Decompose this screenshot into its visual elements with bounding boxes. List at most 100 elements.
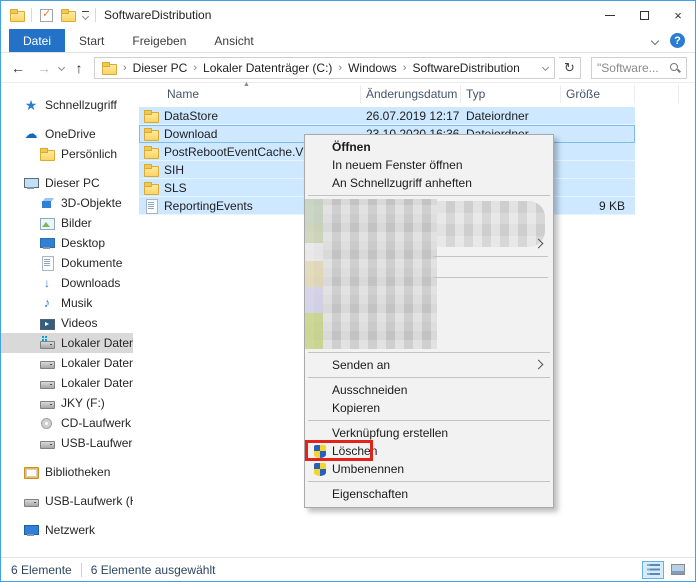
drive-icon — [39, 375, 55, 391]
thumbnails-view-icon — [671, 564, 685, 575]
context-menu: Öffnen In neuem Fenster öffnen An Schnel… — [304, 134, 554, 508]
search-icon[interactable] — [669, 62, 681, 74]
breadcrumb-lokaler-datentraeger[interactable]: Lokaler Datenträger (C:) — [203, 61, 332, 75]
sidebar-item-3d-objekte[interactable]: 3D-Objekte — [1, 193, 133, 213]
folder-icon — [143, 126, 159, 142]
column-header-size[interactable]: Größe — [561, 85, 635, 103]
quick-access-toolbar — [9, 7, 96, 23]
breadcrumb-windows[interactable]: Windows — [348, 61, 397, 75]
cloud-icon: ☁ — [24, 126, 38, 141]
sidebar-item-desktop[interactable]: Desktop — [1, 233, 133, 253]
recent-locations-icon[interactable] — [57, 63, 66, 72]
navigation-bar: ← → ↑ › Dieser PC › Lokaler Datenträger … — [1, 53, 695, 83]
video-icon — [39, 315, 55, 331]
address-dropdown-icon[interactable] — [541, 63, 550, 72]
menu-item-umbenennen[interactable]: Umbenennen — [305, 460, 553, 478]
properties-checkbox-icon[interactable] — [38, 7, 54, 23]
menu-item-ausschneiden[interactable]: Ausschneiden — [305, 381, 553, 399]
menu-item-eigenschaften[interactable]: Eigenschaften — [305, 485, 553, 503]
menu-item-in-neuem-fenster-oeffnen[interactable]: In neuem Fenster öffnen — [305, 156, 553, 174]
sidebar-item-lokaler-datentraeger-e[interactable]: Lokaler Datenträg — [1, 373, 133, 393]
new-folder-icon[interactable] — [60, 7, 76, 23]
navigation-pane: ★ Schnellzugriff ☁ OneDrive Persönlich Die… — [1, 83, 133, 557]
drive-icon — [39, 395, 55, 411]
search-value: "Software... — [597, 60, 659, 75]
menu-separator — [308, 481, 550, 482]
folder-icon — [143, 180, 159, 196]
sidebar-item-downloads[interactable]: ↓ Downloads — [1, 273, 133, 293]
sidebar-item-dieser-pc[interactable]: Dieser PC — [1, 173, 133, 193]
menu-separator — [433, 256, 548, 257]
thumbnails-view-button[interactable] — [667, 561, 689, 579]
redacted-menu-items[interactable] — [305, 199, 553, 349]
sidebar-item-musik[interactable]: ♪ Musik — [1, 293, 133, 313]
explorer-window: SoftwareDistribution × Datei Start Freig… — [0, 0, 696, 582]
system-drive-icon — [39, 335, 55, 351]
items-count: 6 Elemente — [11, 562, 72, 577]
sidebar-item-bibliotheken[interactable]: Bibliotheken — [1, 462, 133, 482]
divider — [31, 8, 32, 22]
divider — [95, 8, 96, 22]
forward-button[interactable]: → — [33, 57, 55, 79]
uac-shield-icon — [314, 463, 326, 476]
qat-dropdown-icon[interactable] — [81, 11, 90, 21]
drive-icon — [39, 355, 55, 371]
menu-separator — [308, 377, 550, 378]
up-button[interactable]: ↑ — [68, 57, 90, 79]
sidebar-item-jky-f[interactable]: JKY (F:) — [1, 393, 133, 413]
sidebar-item-usb-laufwerk-h-2[interactable]: USB-Laufwerk (H:) — [1, 491, 133, 511]
status-bar: 6 Elemente 6 Elemente ausgewählt — [1, 557, 695, 581]
sidebar-item-bilder[interactable]: Bilder — [1, 213, 133, 233]
tab-freigeben[interactable]: Freigeben — [118, 29, 200, 52]
sidebar-item-schnellzugriff[interactable]: ★ Schnellzugriff — [1, 95, 133, 115]
minimize-button[interactable] — [593, 1, 627, 29]
maximize-button[interactable] — [627, 1, 661, 29]
sidebar-item-videos[interactable]: Videos — [1, 313, 133, 333]
file-row-datastore[interactable]: DataStore 26.07.2019 12:17 Dateiordner — [139, 107, 635, 125]
details-view-button[interactable] — [642, 560, 664, 579]
sidebar-item-persoenlich[interactable]: Persönlich — [1, 144, 133, 164]
breadcrumb-separator: › — [402, 61, 407, 74]
folder-icon — [39, 146, 55, 162]
sidebar-item-lokaler-datentraeger-d[interactable]: Lokaler Datenträg — [1, 353, 133, 373]
menu-item-verknuepfung-erstellen[interactable]: Verknüpfung erstellen — [305, 424, 553, 442]
column-header-type[interactable]: Typ — [461, 85, 561, 103]
tab-start[interactable]: Start — [65, 29, 118, 52]
menu-item-oeffnen[interactable]: Öffnen — [305, 138, 553, 156]
menu-item-senden-an[interactable]: Senden an — [305, 356, 553, 374]
sidebar-item-cd-laufwerk-g[interactable]: CD-Laufwerk (G:) — [1, 413, 133, 433]
menu-item-loeschen[interactable]: Löschen — [305, 440, 553, 461]
search-input[interactable]: "Software... — [591, 56, 687, 79]
sidebar-item-lokaler-datentraeger-c[interactable]: Lokaler Datenträg — [1, 333, 133, 353]
menu-item-an-schnellzugriff-anheften[interactable]: An Schnellzugriff anheften — [305, 174, 553, 192]
breadcrumb-separator: › — [193, 61, 198, 74]
refresh-button[interactable]: ↻ — [559, 56, 581, 79]
cd-icon — [39, 415, 55, 431]
column-header-blank — [635, 85, 679, 103]
drive-icon — [23, 493, 39, 509]
menu-item-kopieren[interactable]: Kopieren — [305, 399, 553, 417]
desktop-icon — [39, 235, 55, 251]
app-folder-icon — [9, 7, 25, 23]
sidebar-item-onedrive[interactable]: ☁ OneDrive — [1, 124, 133, 144]
column-header-modified[interactable]: Änderungsdatum — [361, 85, 461, 103]
pixelated-region — [305, 199, 323, 349]
ribbon-expand-icon[interactable] — [650, 36, 660, 45]
help-icon[interactable]: ? — [670, 33, 685, 48]
uac-shield-icon — [314, 445, 326, 458]
pictures-icon — [39, 215, 55, 231]
menu-separator — [308, 352, 550, 353]
close-button[interactable]: × — [661, 1, 695, 29]
back-button[interactable]: ← — [7, 57, 29, 79]
breadcrumb-dieser-pc[interactable]: Dieser PC — [133, 61, 188, 75]
drive-icon — [39, 435, 55, 451]
address-bar[interactable]: › Dieser PC › Lokaler Datenträger (C:) ›… — [94, 56, 555, 79]
tab-datei[interactable]: Datei — [9, 29, 66, 52]
submenu-chevron-icon — [533, 359, 544, 370]
sidebar-item-netzwerk[interactable]: Netzwerk — [1, 520, 133, 540]
tab-ansicht[interactable]: Ansicht — [200, 29, 267, 52]
breadcrumb-softwaredistribution[interactable]: SoftwareDistribution — [412, 61, 519, 75]
sidebar-item-usb-laufwerk-h[interactable]: USB-Laufwerk (H: — [1, 433, 133, 453]
column-header-name[interactable]: Name — [139, 85, 361, 103]
sidebar-item-dokumente[interactable]: Dokumente — [1, 253, 133, 273]
